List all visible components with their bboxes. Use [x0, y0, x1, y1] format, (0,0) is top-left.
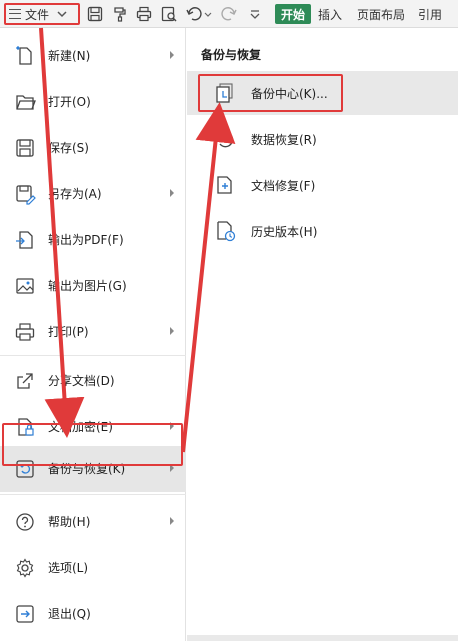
menu-item-label: 另存为(A)	[48, 187, 102, 201]
export-image-icon	[16, 278, 34, 294]
print-preview-icon[interactable]	[160, 5, 178, 23]
chevron-right-icon	[170, 51, 174, 59]
menu-item-label: 分享文档(D)	[48, 374, 115, 388]
menu-item-export-image[interactable]: 输出为图片(G)	[0, 263, 186, 309]
submenu-item-label: 备份中心(K)...	[251, 87, 328, 101]
submenu-item-document-repair[interactable]: 文档修复(F)	[187, 163, 458, 207]
save-icon[interactable]	[86, 5, 104, 23]
menu-item-label: 保存(S)	[48, 141, 89, 155]
menu-icon	[9, 9, 21, 19]
chevron-down-icon	[57, 11, 67, 18]
menu-item-label: 新建(N)	[48, 49, 91, 63]
folder-open-icon	[16, 95, 36, 110]
chevron-right-icon	[170, 464, 174, 472]
export-pdf-icon	[16, 231, 33, 249]
submenu-item-history-version[interactable]: 历史版本(H)	[187, 209, 458, 253]
menu-item-new[interactable]: 新建(N)	[0, 33, 186, 79]
file-menu-panel: 新建(N) 打开(O) 保存(S) 另存为(A) 输出为PDF(F) 输出为图片…	[0, 28, 186, 641]
menu-item-backup-restore[interactable]: 备份与恢复(K)	[0, 446, 186, 492]
backup-submenu-panel: 备份与恢复 备份中心(K)... 数据恢复(R) 文档修复(F) 历史版本(H)	[187, 28, 458, 641]
exit-icon	[16, 605, 34, 623]
submenu-item-label: 历史版本(H)	[251, 225, 318, 239]
backup-restore-icon	[16, 460, 34, 478]
print-icon[interactable]	[135, 5, 153, 23]
tab-start[interactable]: 开始	[275, 4, 311, 24]
chevron-right-icon	[170, 422, 174, 430]
menu-item-label: 帮助(H)	[48, 515, 91, 529]
menu-divider	[0, 355, 186, 356]
menu-item-label: 选项(L)	[48, 561, 89, 575]
menu-item-label: 打印(P)	[48, 325, 89, 339]
data-recovery-icon	[216, 131, 234, 148]
file-menu-button[interactable]: 文件	[4, 3, 80, 25]
menu-item-exit[interactable]: 退出(Q)	[0, 591, 186, 637]
menu-item-label: 打开(O)	[48, 95, 91, 109]
encrypt-icon	[18, 418, 34, 436]
save-as-icon	[16, 185, 36, 205]
format-painter-icon[interactable]	[111, 5, 129, 23]
submenu-item-label: 数据恢复(R)	[251, 133, 317, 147]
menu-item-save[interactable]: 保存(S)	[0, 125, 186, 171]
gear-icon	[16, 558, 34, 578]
menu-item-encrypt[interactable]: 文档加密(E)	[0, 404, 186, 450]
backup-center-icon	[216, 83, 233, 103]
menu-item-label: 备份与恢复(K)	[48, 462, 126, 476]
tab-references[interactable]: 引用	[418, 6, 442, 23]
submenu-item-backup-center[interactable]: 备份中心(K)...	[187, 71, 458, 115]
document-repair-icon	[217, 176, 232, 194]
undo-dropdown-icon[interactable]	[203, 5, 213, 23]
chevron-right-icon	[170, 517, 174, 525]
toolbar: 文件 开始 插入 页面布局 引用	[0, 0, 458, 28]
menu-item-open[interactable]: 打开(O)	[0, 79, 186, 125]
redo-icon[interactable]	[220, 5, 238, 23]
save-icon	[16, 139, 34, 157]
menu-item-save-as[interactable]: 另存为(A)	[0, 171, 186, 217]
menu-item-print[interactable]: 打印(P)	[0, 309, 186, 355]
menu-item-label: 输出为图片(G)	[48, 279, 127, 293]
menu-item-share[interactable]: 分享文档(D)	[0, 358, 186, 404]
menu-item-options[interactable]: 选项(L)	[0, 545, 186, 591]
tab-insert[interactable]: 插入	[318, 6, 342, 23]
printer-icon	[15, 323, 35, 341]
help-icon	[16, 513, 34, 531]
file-menu-label: 文件	[25, 7, 50, 22]
chevron-right-icon	[170, 189, 174, 197]
menu-item-export-pdf[interactable]: 输出为PDF(F)	[0, 217, 186, 263]
menu-item-label: 输出为PDF(F)	[48, 233, 124, 247]
new-document-icon	[16, 46, 32, 65]
submenu-bottom-bar	[187, 635, 458, 641]
menu-item-label: 退出(Q)	[48, 607, 91, 621]
undo-icon[interactable]	[185, 5, 203, 23]
chevron-right-icon	[170, 327, 174, 335]
submenu-item-label: 文档修复(F)	[251, 179, 316, 193]
tab-page-layout[interactable]: 页面布局	[357, 6, 405, 23]
submenu-item-data-recovery[interactable]: 数据恢复(R)	[187, 117, 458, 161]
more-dropdown-icon[interactable]	[246, 5, 264, 23]
history-version-icon	[217, 221, 236, 242]
menu-item-help[interactable]: 帮助(H)	[0, 499, 186, 545]
submenu-title: 备份与恢复	[201, 48, 262, 62]
menu-item-label: 文档加密(E)	[48, 420, 113, 434]
menu-divider	[0, 494, 186, 495]
share-icon	[17, 373, 33, 389]
